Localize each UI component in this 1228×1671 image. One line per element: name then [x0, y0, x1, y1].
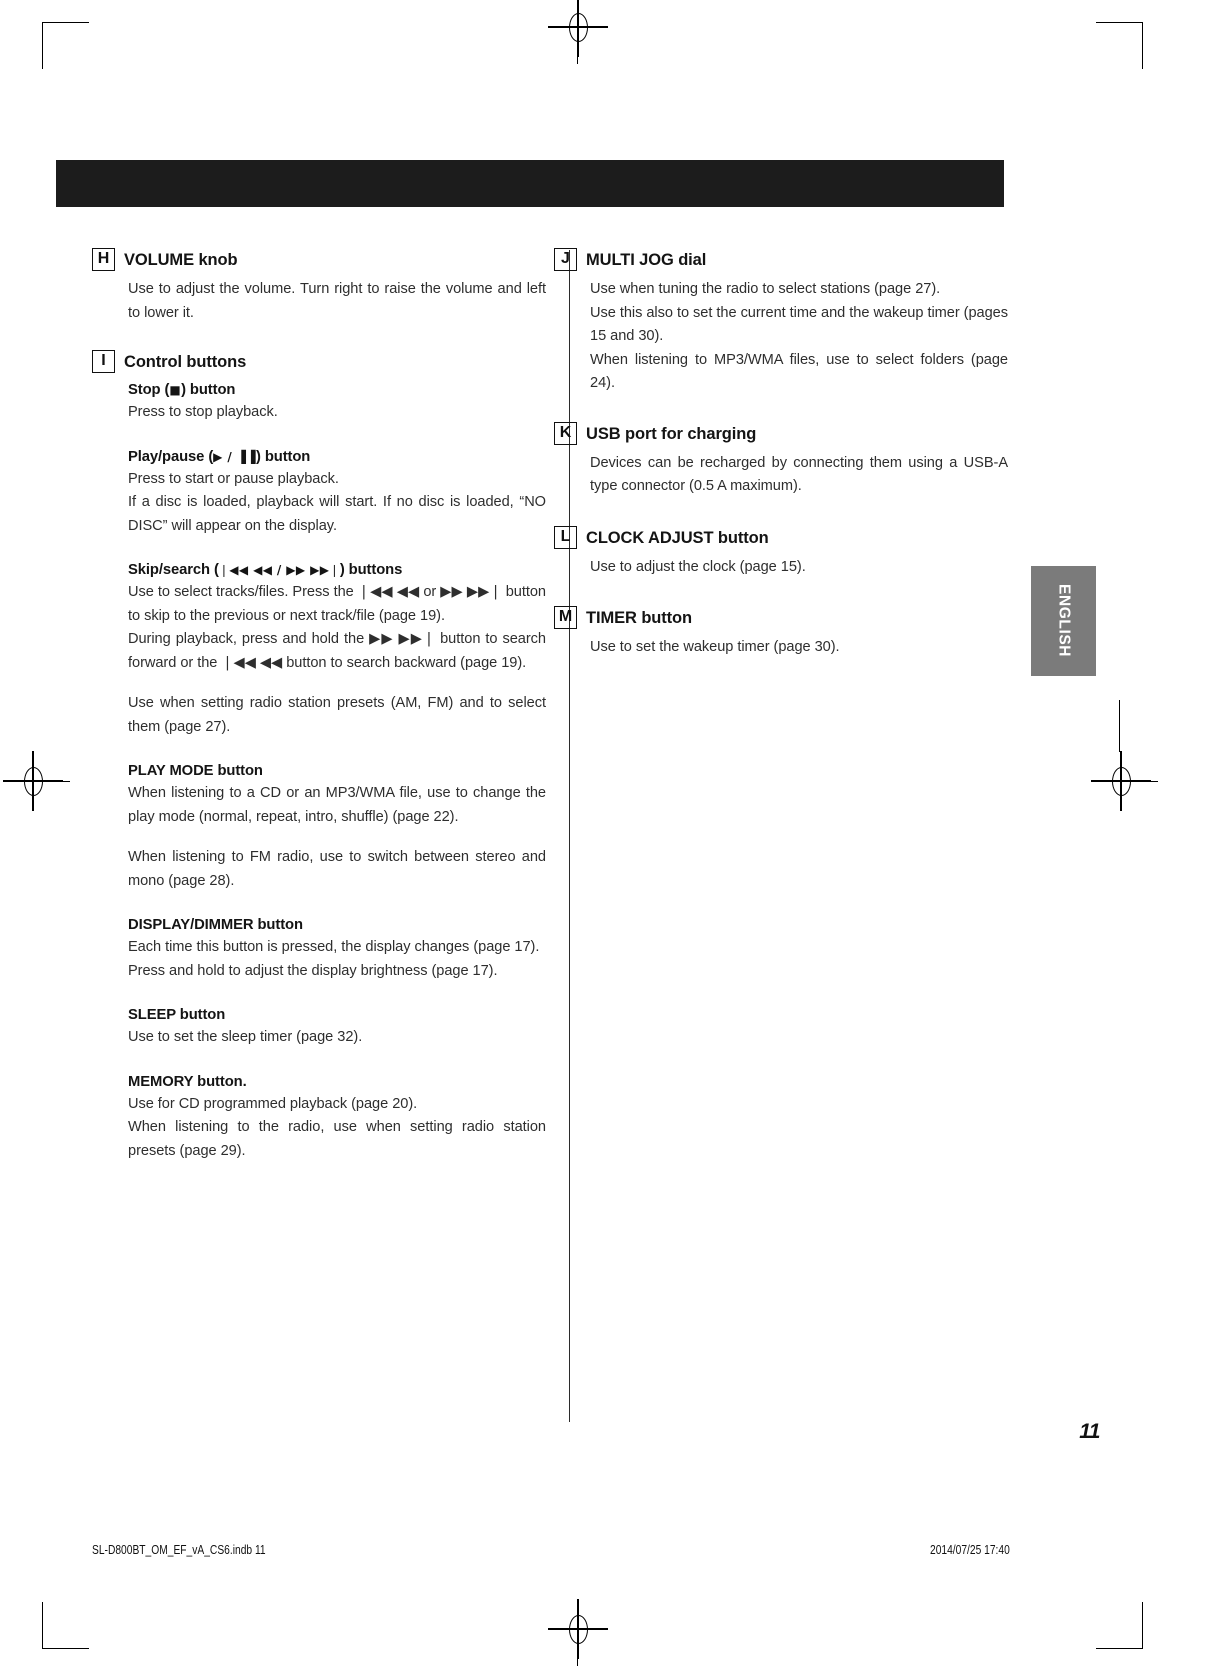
subsection-display-dimmer-button: DISPLAY/DIMMER button Each time this but… [128, 915, 546, 983]
item-letter-badge: I [92, 350, 115, 373]
item-body: Use to adjust the volume. Turn right to … [128, 278, 546, 325]
trim-tick-left-middle [18, 781, 70, 783]
trim-tick-left-lower [1119, 700, 1121, 752]
trim-tick-bottom-center [577, 1614, 579, 1666]
item-j-multi-jog-dial: J MULTI JOG dial Use when tuning the rad… [554, 248, 1008, 396]
paragraph: Devices can be recharged by connecting t… [590, 454, 1008, 495]
left-column: H VOLUME knob Use to adjust the volume. … [92, 248, 546, 1163]
paragraph: Use to select tracks/files. Press the ❘◀… [128, 584, 546, 624]
item-heading: K USB port for charging [554, 421, 1008, 445]
paragraph: Use to adjust the volume. Turn right to … [128, 281, 546, 321]
item-heading: J MULTI JOG dial [554, 248, 1008, 271]
subsection-play-mode-button: PLAY MODE button When listening to a CD … [128, 761, 546, 893]
subsection-title-prefix: Play/pause ( [128, 448, 214, 465]
item-l-clock-adjust-button: L CLOCK ADJUST button Use to adjust the … [554, 525, 1008, 580]
page-number: 11 [1079, 1420, 1100, 1443]
paragraph: When listening to MP3/WMA files, use to … [590, 351, 1008, 392]
item-body: Use when tuning the radio to select stat… [590, 278, 1008, 396]
paragraph: Press and hold to adjust the display bri… [128, 962, 498, 979]
trim-tick-top-center [577, 12, 579, 64]
item-body: Stop (■) button Press to stop playback. … [128, 380, 546, 1163]
item-body: Devices can be recharged by connecting t… [590, 452, 1008, 499]
subsection-stop-button: Stop (■) button Press to stop playback. [128, 380, 546, 425]
subsection-title: Stop (■) button [128, 380, 546, 400]
item-heading: M TIMER button [554, 606, 1008, 629]
item-body: Use to set the wakeup timer (page 30). [590, 636, 1008, 660]
item-letter-badge: K [554, 421, 577, 445]
item-title: CLOCK ADJUST button [586, 528, 769, 547]
item-title: Control buttons [124, 353, 247, 371]
subsection-title: DISPLAY/DIMMER button [128, 917, 303, 933]
subsection-title-suffix: ) buttons [339, 562, 403, 578]
footer-timestamp: 2014/07/25 17:40 [930, 1543, 1010, 1557]
subsection-title: SLEEP button [128, 1007, 226, 1023]
crop-mark-bottom-right [1096, 1602, 1143, 1649]
subsection-title-suffix: ) button [255, 448, 311, 465]
paragraph: When listening to a CD or an MP3/WMA fil… [128, 785, 546, 825]
crop-mark-top-left [42, 22, 89, 69]
item-title: VOLUME knob [124, 251, 238, 269]
subsection-title-suffix: ) button [181, 382, 236, 398]
stop-icon: ■ [169, 383, 182, 397]
item-letter-badge: L [554, 525, 577, 549]
item-title: TIMER button [586, 609, 693, 627]
paragraph: Use when tuning the radio to select stat… [590, 281, 941, 297]
play-pause-icon: ▶ / ▐▐ [213, 449, 256, 464]
crop-mark-bottom-left [42, 1602, 89, 1649]
item-body: Use to adjust the clock (page 15). [590, 556, 1008, 580]
language-tab-label: ENGLISH [1055, 584, 1073, 658]
subsection-skip-search-buttons: Skip/search (❘◀◀ ◀◀ / ▶▶ ▶▶❘) buttons Us… [128, 560, 546, 739]
paragraph: If a disc is loaded, playback will start… [128, 494, 546, 534]
footer-file-name: SL-D800BT_OM_EF_vA_CS6.indb 11 [92, 1543, 266, 1557]
right-column: J MULTI JOG dial Use when tuning the rad… [554, 248, 1008, 660]
paragraph: Use this also to set the current time an… [590, 304, 1008, 345]
subsection-title: MEMORY button. [128, 1073, 247, 1090]
paragraph: When listening to FM radio, use to switc… [128, 849, 546, 889]
subsection-title: Skip/search (❘◀◀ ◀◀ / ▶▶ ▶▶❘) buttons [128, 560, 546, 580]
subsection-play-pause-button: Play/pause (▶ / ▐▐) button Press to star… [128, 447, 546, 539]
paragraph: Use to set the sleep timer (page 32). [128, 1029, 363, 1045]
subsection-title-prefix: Stop ( [128, 382, 170, 398]
header-band [56, 160, 1004, 207]
item-title: MULTI JOG dial [586, 251, 707, 269]
manual-page: ENGLISH H VOLUME knob Use to adjust the … [0, 0, 1228, 1671]
item-m-timer-button: M TIMER button Use to set the wakeup tim… [554, 606, 1008, 660]
item-h-volume-knob: H VOLUME knob Use to adjust the volume. … [92, 248, 546, 325]
paragraph: Press to start or pause playback. [128, 470, 339, 487]
item-heading: L CLOCK ADJUST button [554, 525, 1008, 549]
item-heading: I Control buttons [92, 350, 546, 373]
subsection-title: PLAY MODE button [128, 763, 263, 779]
item-i-control-buttons: I Control buttons Stop (■) button Press … [92, 350, 546, 1163]
subsection-memory-button: MEMORY button. Use for CD programmed pla… [128, 1072, 546, 1164]
paragraph: When listening to the radio, use when se… [128, 1119, 546, 1159]
item-letter-badge: M [554, 606, 577, 629]
paragraph: Each time this button is pressed, the di… [128, 939, 540, 955]
paragraph: Use for CD programmed playback (page 20)… [128, 1095, 418, 1112]
crop-mark-top-right [1096, 22, 1143, 69]
paragraph: Use to set the wakeup timer (page 30). [590, 639, 840, 655]
item-title: USB port for charging [586, 424, 757, 443]
item-k-usb-port-for-charging: K USB port for charging Devices can be r… [554, 421, 1008, 499]
skip-search-icon: ❘◀◀ ◀◀ / ▶▶ ▶▶❘ [218, 563, 340, 577]
item-letter-badge: H [92, 248, 115, 271]
paragraph: Use to adjust the clock (page 15). [590, 558, 806, 575]
trim-tick-right-middle [1106, 781, 1158, 783]
item-letter-badge: J [554, 248, 577, 271]
language-tab: ENGLISH [1031, 566, 1096, 676]
paragraph: Use when setting radio station presets (… [128, 695, 546, 735]
subsection-title-prefix: Skip/search ( [128, 562, 219, 578]
subsection-title: Play/pause (▶ / ▐▐) button [128, 447, 546, 467]
paragraph: During playback, press and hold the ▶▶ ▶… [128, 631, 546, 671]
item-heading: H VOLUME knob [92, 248, 546, 271]
paragraph: Press to stop playback. [128, 404, 278, 420]
subsection-sleep-button: SLEEP button Use to set the sleep timer … [128, 1005, 546, 1050]
